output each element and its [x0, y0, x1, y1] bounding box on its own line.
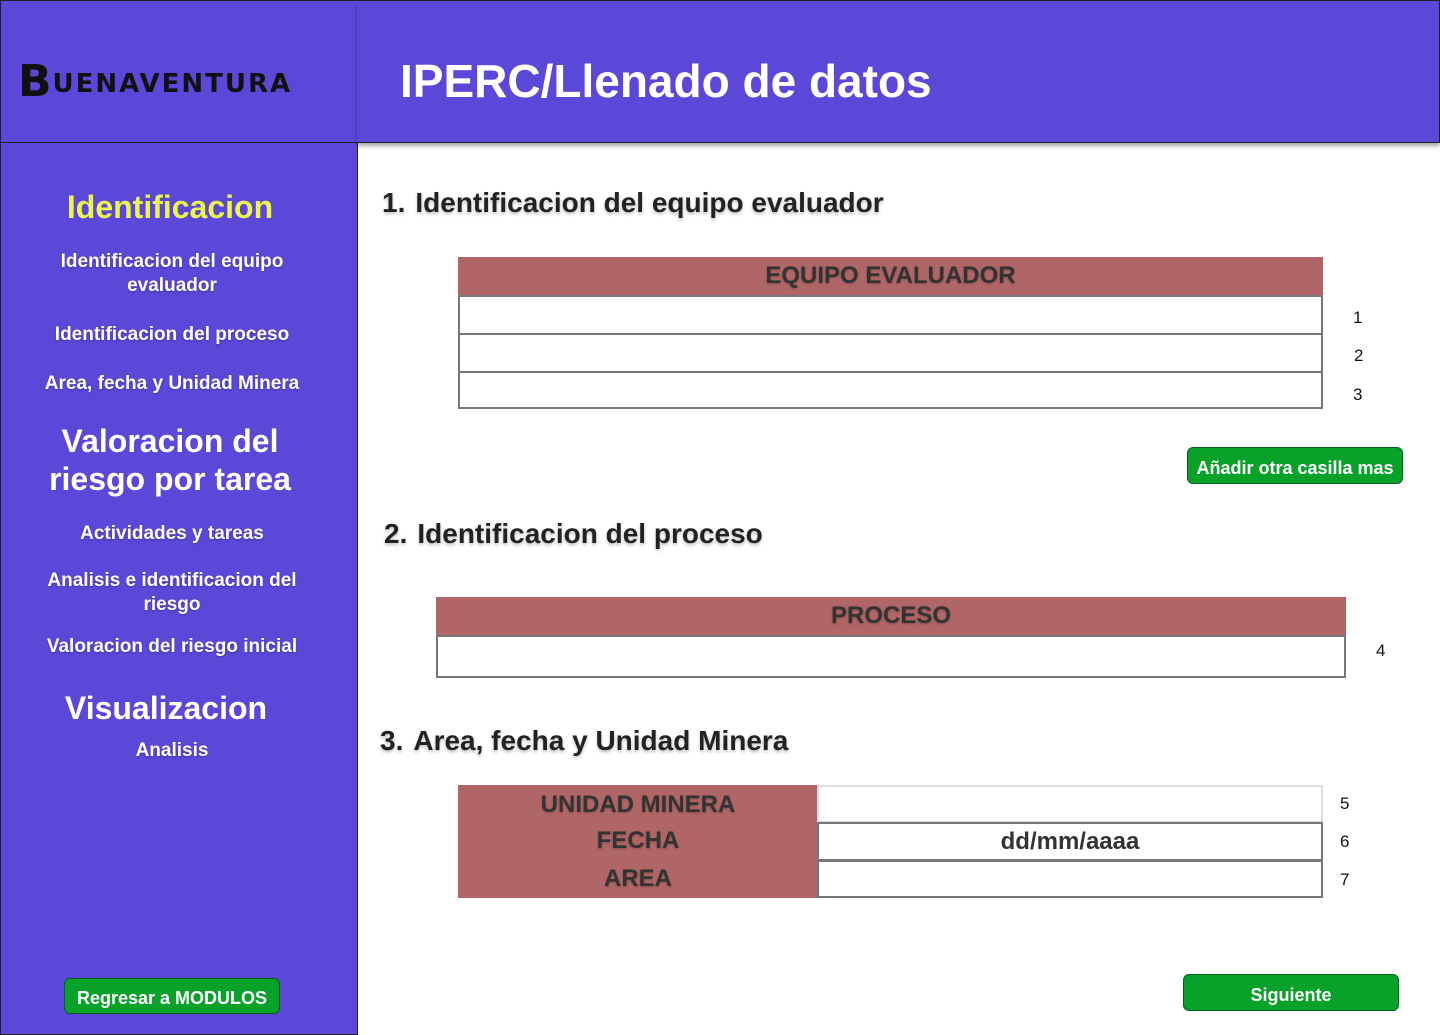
row-number: 5 [1340, 794, 1350, 813]
evaluador-input-1[interactable] [458, 295, 1323, 335]
nav-heading-valoracion[interactable]: Valoracion del riesgo por tarea [10, 422, 330, 498]
nav-item-equipo-evaluador[interactable]: Identificacion del equipo evaluador [30, 250, 314, 298]
logo-area: BUENAVENTURA [0, 0, 358, 143]
back-to-modules-button[interactable]: Regresar a MODULOS [64, 978, 280, 1014]
nav-item-analisis[interactable]: Analisis [30, 739, 314, 763]
fecha-label: FECHA [458, 822, 818, 860]
nav-heading-visualizacion[interactable]: Visualizacion [0, 689, 336, 727]
row-number: 2 [1354, 346, 1364, 365]
next-button[interactable]: Siguiente [1183, 974, 1399, 1011]
proceso-input[interactable] [436, 635, 1346, 678]
row-number: 1 [1353, 308, 1363, 327]
proceso-header: PROCESO [436, 597, 1346, 636]
section-2-title: 2. Identificacion del proceso [384, 518, 763, 549]
area-input[interactable] [817, 860, 1323, 898]
nav-item-valoracion-inicial[interactable]: Valoracion del riesgo inicial [30, 635, 314, 659]
nav-item-analisis-riesgo[interactable]: Analisis e identificacion del riesgo [30, 569, 314, 617]
row-number: 4 [1376, 641, 1386, 660]
add-row-button[interactable]: Añadir otra casilla mas [1187, 447, 1403, 484]
area-label: AREA [458, 860, 818, 898]
section-1-title: 1. Identificacion del equipo evaluador [382, 187, 884, 218]
fecha-input[interactable]: dd/mm/aaaa [817, 822, 1323, 861]
equipo-evaluador-header: EQUIPO EVALUADOR [458, 257, 1323, 296]
row-number: 6 [1340, 832, 1350, 851]
nav-item-proceso[interactable]: Identificacion del proceso [30, 323, 314, 347]
row-number: 3 [1353, 385, 1363, 404]
unidad-minera-label: UNIDAD MINERA [458, 785, 818, 823]
nav-item-actividades[interactable]: Actividades y tareas [30, 522, 314, 546]
evaluador-input-3[interactable] [458, 371, 1323, 409]
evaluador-input-2[interactable] [458, 333, 1323, 373]
nav-heading-identificacion[interactable]: Identificacion [0, 188, 340, 226]
section-3-title: 3. Area, fecha y Unidad Minera [380, 725, 789, 756]
buenaventura-logo: BUENAVENTURA [18, 56, 293, 107]
sidebar [0, 0, 358, 1035]
row-number: 7 [1340, 870, 1350, 889]
page-title: IPERC/Llenado de datos [400, 55, 932, 107]
unidad-minera-input[interactable] [817, 785, 1323, 823]
nav-item-area-fecha-unidad[interactable]: Area, fecha y Unidad Minera [30, 372, 314, 396]
